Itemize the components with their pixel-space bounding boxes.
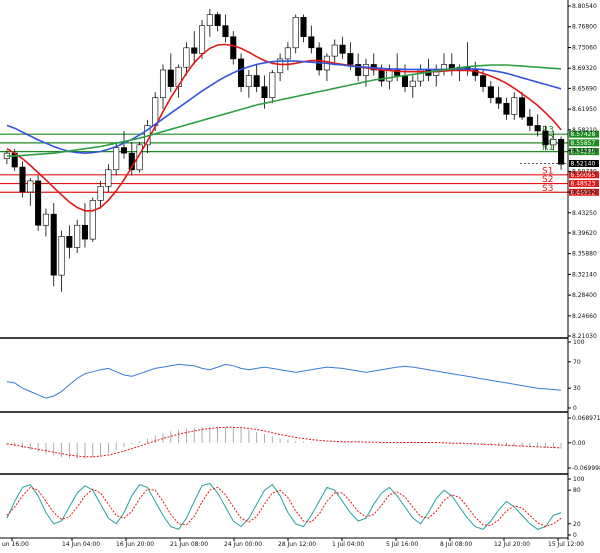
candle-body <box>534 125 541 132</box>
price-tick-label: 8.76800 <box>572 24 597 31</box>
x-tick-label: 12 Jul 20:00 <box>494 541 530 548</box>
candle-body <box>66 236 73 248</box>
x-tick-label: un 16:00 <box>2 541 29 548</box>
candle-body <box>261 86 268 99</box>
candle-body <box>222 25 229 38</box>
candle-body <box>191 47 198 54</box>
price-tick-label: 8.61950 <box>572 106 597 113</box>
candle-body <box>105 169 112 187</box>
candle-body <box>347 53 354 65</box>
current-price-label: 8.52140 <box>571 160 596 167</box>
osc-tick-label: 70 <box>573 359 581 366</box>
price-tick-label: 8.39620 <box>572 230 597 237</box>
price-tick-label: 8.73060 <box>572 44 597 51</box>
candle-body <box>511 97 518 115</box>
price-tick-label: 8.43250 <box>572 210 597 217</box>
candle-body <box>50 213 57 276</box>
price-tick-label: 8.54470 <box>572 148 597 155</box>
candle-body <box>386 69 393 82</box>
candle-body <box>74 224 81 248</box>
x-tick-label: 24 Jun 00:00 <box>224 541 262 548</box>
candle-body <box>292 17 299 49</box>
candle-body <box>81 224 88 240</box>
osc-tick-label: 30 <box>573 385 581 392</box>
x-tick-label: 8 Jul 08:00 <box>440 541 472 548</box>
candle-body <box>230 36 237 60</box>
candle-body <box>269 72 276 99</box>
candle-body <box>362 64 369 76</box>
candle-body <box>35 180 42 226</box>
candle-body <box>183 47 190 68</box>
stoch-tick-label: 80 <box>573 487 581 494</box>
x-tick-label: 16 Jun 20:00 <box>116 541 154 548</box>
level-price-label: 8.48523 <box>571 181 596 188</box>
price-tick-label: 8.50730 <box>572 168 597 175</box>
candle-body <box>409 80 416 87</box>
candle-body <box>526 116 533 126</box>
candle-body <box>331 44 338 57</box>
candle-body <box>339 44 346 54</box>
candle-body <box>238 58 245 87</box>
price-tick-label: 8.65690 <box>572 85 597 92</box>
candle-body <box>120 147 128 154</box>
osc-tick-label: 0 <box>573 405 577 412</box>
candle-body <box>308 36 315 49</box>
candle-body <box>558 139 565 165</box>
chart-canvas: R38.57428R28.55857R18.54285S18.50095S28.… <box>0 0 600 549</box>
candle-body <box>42 213 49 226</box>
stoch-tick-label: 20 <box>573 521 581 528</box>
candle-body <box>401 75 409 87</box>
x-tick-label: 15 Jul 12:00 <box>548 541 584 548</box>
candle-body <box>27 180 34 193</box>
candle-body <box>97 186 104 201</box>
x-tick-label: 14 Jun 04:00 <box>62 541 100 548</box>
candle-body <box>487 86 494 99</box>
candle-body <box>550 139 557 146</box>
candle-body <box>58 236 65 276</box>
price-tick-label: 8.69320 <box>572 65 597 72</box>
osc-tick-label: 100 <box>573 339 585 346</box>
macd-tick-label: 0.00 <box>572 440 586 447</box>
candle-body <box>284 47 291 60</box>
stoch-tick-label: 0 <box>573 532 577 539</box>
x-tick-label: 5 Jul 16:00 <box>386 541 418 548</box>
x-tick-label: 21 Jun 08:00 <box>170 541 208 548</box>
price-tick-label: 8.58210 <box>572 127 597 134</box>
level-name-s3: S3 <box>542 184 553 194</box>
candle-body <box>245 75 252 87</box>
candle-body <box>167 69 174 87</box>
candle-body <box>214 14 221 26</box>
price-tick-label: 8.80540 <box>572 3 597 10</box>
candle-body <box>542 130 549 146</box>
chart-root: R38.57428R28.55857R18.54285S18.50095S28.… <box>0 0 600 549</box>
candle-body <box>480 75 487 87</box>
candle-body <box>253 75 260 87</box>
candle-body <box>206 14 213 26</box>
candle-body <box>503 102 510 115</box>
candle-body <box>519 97 526 118</box>
candle-body <box>495 97 502 104</box>
macd-tick-label: 0.068971 <box>572 415 600 422</box>
price-tick-label: 8.46990 <box>572 189 597 196</box>
candle-body <box>113 147 120 171</box>
price-tick-label: 8.24660 <box>572 313 597 320</box>
stoch-tick-label: 100 <box>573 476 585 483</box>
x-tick-label: 28 Jun 12:00 <box>278 541 316 548</box>
candle-body <box>89 200 96 240</box>
level-price-label: 8.55857 <box>571 140 596 147</box>
candle-body <box>199 25 206 54</box>
price-tick-label: 8.35880 <box>572 251 597 258</box>
candle-body <box>19 166 26 193</box>
candle-body <box>316 47 323 71</box>
price-tick-label: 8.32140 <box>572 271 597 278</box>
candle-body <box>159 69 167 99</box>
macd-tick-label: -0.069998 <box>572 465 600 472</box>
x-tick-label: 1 Jul 04:00 <box>332 541 364 548</box>
candle-body <box>300 17 307 38</box>
price-tick-label: 8.28400 <box>572 292 597 299</box>
